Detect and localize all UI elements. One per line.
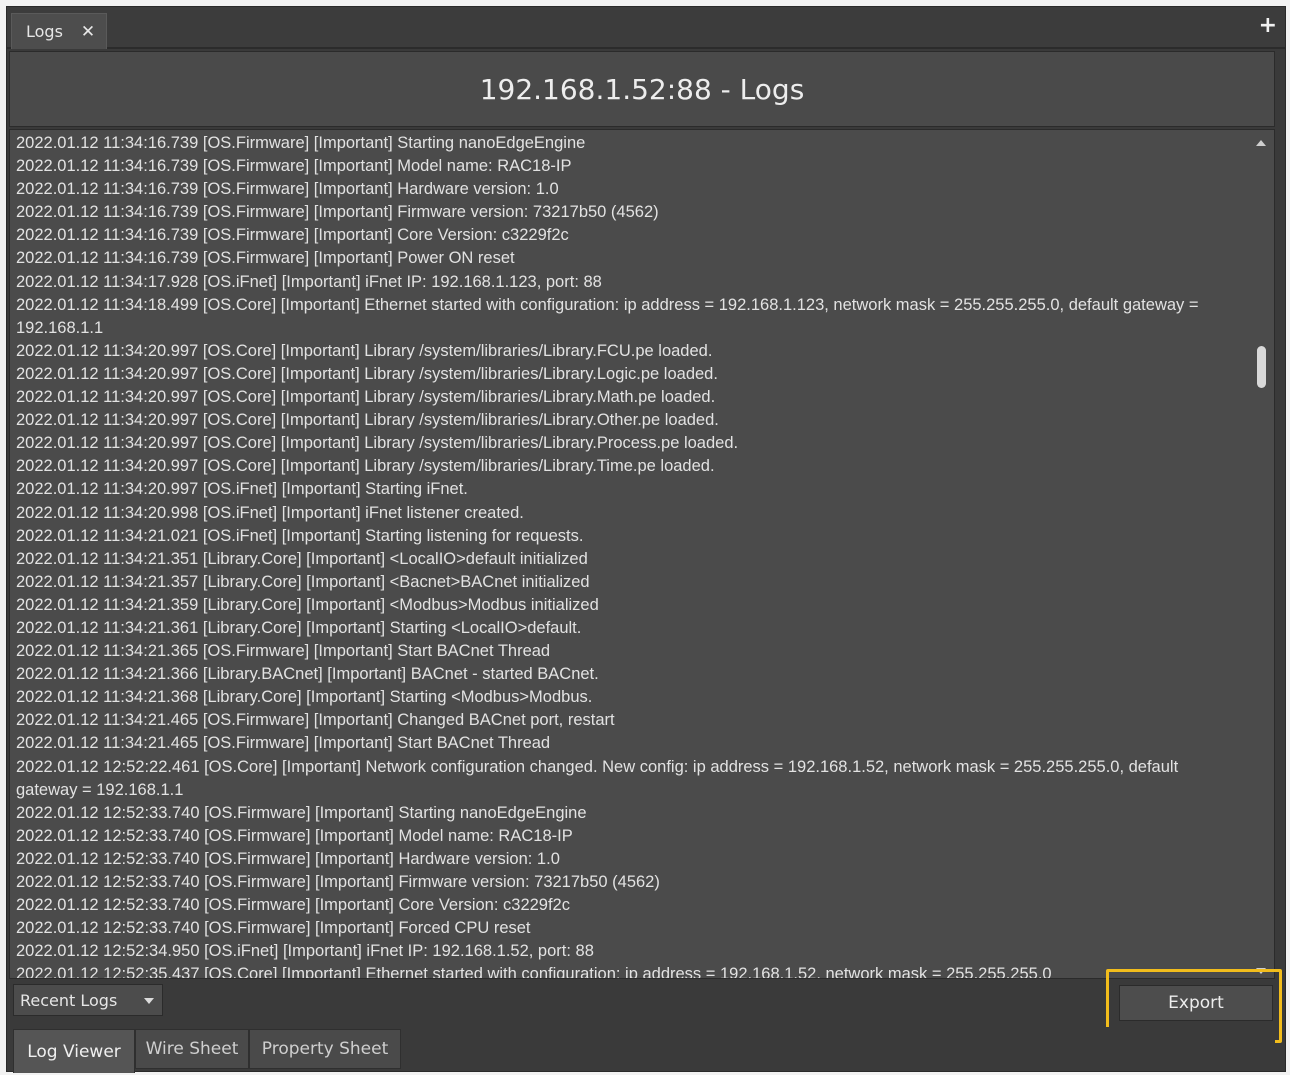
- log-line: 2022.01.12 11:34:17.928 [OS.iFnet] [Impo…: [16, 272, 602, 291]
- tab-wire-sheet[interactable]: Wire Sheet: [135, 1029, 249, 1069]
- bottom-toolbar: Recent Logs Export: [9, 969, 1282, 1043]
- log-line: 2022.01.12 11:34:21.357 [Library.Core] […: [16, 572, 590, 591]
- log-line: 2022.01.12 11:34:16.739 [OS.Firmware] [I…: [16, 134, 586, 152]
- view-tab-bar: Log Viewer Wire Sheet Property Sheet: [9, 1027, 1275, 1073]
- log-line: 2022.01.12 11:34:21.465 [OS.Firmware] [I…: [16, 711, 615, 730]
- log-line: 2022.01.12 12:52:22.461 [OS.Core] [Impor…: [16, 757, 1179, 799]
- log-line: 2022.01.12 11:34:21.021 [OS.iFnet] [Impo…: [16, 526, 584, 545]
- document-tab-bar: Logs ✕ +: [7, 7, 1285, 49]
- log-line: 2022.01.12 12:52:35.437 [OS.Core] [Impor…: [16, 965, 1052, 979]
- log-line: 2022.01.12 12:52:33.740 [OS.Firmware] [I…: [16, 896, 570, 915]
- vertical-scrollbar[interactable]: [1250, 130, 1274, 978]
- log-line: 2022.01.12 12:52:33.740 [OS.Firmware] [I…: [16, 849, 560, 868]
- log-line: 2022.01.12 12:52:33.740 [OS.Firmware] [I…: [16, 803, 587, 822]
- log-line: 2022.01.12 11:34:21.368 [Library.Core] […: [16, 688, 593, 707]
- log-line: 2022.01.12 11:34:21.351 [Library.Core] […: [16, 549, 588, 568]
- log-filter-value: Recent Logs: [20, 990, 118, 1010]
- log-line: 2022.01.12 11:34:16.739 [OS.Firmware] [I…: [16, 226, 569, 245]
- log-line: 2022.01.12 11:34:20.997 [OS.Core] [Impor…: [16, 434, 739, 453]
- log-line: 2022.01.12 11:34:16.739 [OS.Firmware] [I…: [16, 180, 559, 199]
- close-icon[interactable]: ✕: [81, 22, 95, 42]
- log-line: 2022.01.12 11:34:18.499 [OS.Core] [Impor…: [16, 295, 1199, 337]
- log-line: 2022.01.12 12:52:33.740 [OS.Firmware] [I…: [16, 873, 660, 891]
- log-line: 2022.01.12 11:34:20.997 [OS.Core] [Impor…: [16, 457, 715, 476]
- tab-logs[interactable]: Logs ✕: [11, 13, 107, 49]
- add-tab-icon[interactable]: +: [1259, 15, 1277, 37]
- log-filter-dropdown[interactable]: Recent Logs: [13, 984, 163, 1016]
- tab-log-viewer[interactable]: Log Viewer: [13, 1029, 135, 1073]
- export-button[interactable]: Export: [1119, 985, 1273, 1021]
- log-line: 2022.01.12 11:34:21.359 [Library.Core] […: [16, 595, 599, 614]
- log-line: 2022.01.12 12:52:34.950 [OS.iFnet] [Impo…: [16, 942, 594, 961]
- scroll-down-icon[interactable]: [1256, 968, 1266, 974]
- log-line: 2022.01.12 11:34:20.997 [OS.Core] [Impor…: [16, 411, 719, 430]
- log-list: 2022.01.12 11:34:16.739 [OS.Firmware] [I…: [16, 132, 1244, 979]
- page-title: 192.168.1.52:88 - Logs: [479, 72, 805, 106]
- log-line: 2022.01.12 11:34:20.997 [OS.Core] [Impor…: [16, 388, 716, 407]
- log-line: 2022.01.12 11:34:20.997 [OS.Core] [Impor…: [16, 341, 713, 360]
- log-line: 2022.01.12 11:34:16.739 [OS.Firmware] [I…: [16, 157, 572, 176]
- log-line: 2022.01.12 12:52:33.740 [OS.Firmware] [I…: [16, 826, 573, 845]
- scroll-up-icon[interactable]: [1256, 140, 1266, 146]
- log-line: 2022.01.12 11:34:16.739 [OS.Firmware] [I…: [16, 203, 659, 222]
- log-line: 2022.01.12 11:34:20.998 [OS.iFnet] [Impo…: [16, 503, 524, 522]
- scroll-thumb[interactable]: [1257, 346, 1266, 388]
- log-line: 2022.01.12 11:34:21.361 [Library.Core] […: [16, 618, 582, 637]
- log-line: 2022.01.12 11:34:21.365 [OS.Firmware] [I…: [16, 642, 551, 661]
- log-line: 2022.01.12 12:52:33.740 [OS.Firmware] [I…: [16, 919, 531, 938]
- log-line: 2022.01.12 11:34:20.997 [OS.iFnet] [Impo…: [16, 480, 468, 499]
- tab-logs-label: Logs: [26, 22, 63, 41]
- log-line: 2022.01.12 11:34:21.465 [OS.Firmware] [I…: [16, 734, 551, 753]
- tab-property-sheet[interactable]: Property Sheet: [249, 1029, 401, 1069]
- log-line: 2022.01.12 11:34:16.739 [OS.Firmware] [I…: [16, 249, 515, 268]
- log-window: Logs ✕ + 192.168.1.52:88 - Logs 2022.01.…: [6, 6, 1286, 1073]
- log-line: 2022.01.12 11:34:20.997 [OS.Core] [Impor…: [16, 364, 718, 383]
- log-line: 2022.01.12 11:34:21.366 [Library.BACnet]…: [16, 665, 599, 684]
- page-title-bar: 192.168.1.52:88 - Logs: [9, 51, 1275, 127]
- log-viewer[interactable]: 2022.01.12 11:34:16.739 [OS.Firmware] [I…: [9, 129, 1275, 979]
- chevron-down-icon: [144, 998, 154, 1004]
